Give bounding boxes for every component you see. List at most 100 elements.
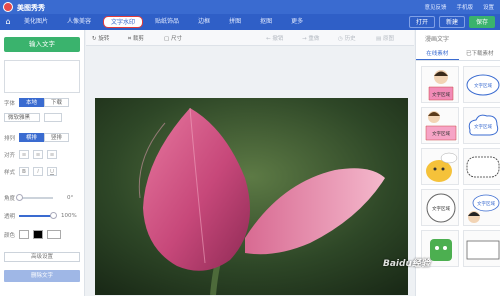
material-tabs: 在线素材 已下载素材 (416, 47, 500, 61)
color-picker-icon[interactable] (47, 230, 62, 239)
sticker-tile[interactable]: 文字区域 (463, 66, 500, 103)
rotate-button[interactable]: ↻ 旋转 (92, 34, 109, 42)
round-bubble-sticker-icon: 文字区域 (426, 193, 456, 223)
align-label: 对齐 (4, 152, 16, 159)
typeface-label: 字体 (4, 100, 16, 107)
top-links: 意见反馈 手机版 设置 (424, 3, 494, 11)
lotus-photo (95, 98, 408, 295)
sticker-tile[interactable]: 文字区域 (421, 189, 459, 226)
sticker-tile[interactable] (421, 148, 459, 185)
tab-more[interactable]: 更多 (284, 16, 310, 28)
tab-beautify[interactable]: 美化图片 (17, 16, 55, 28)
tab-text-watermark[interactable]: 文字水印 (103, 16, 144, 28)
opacity-slider[interactable] (19, 212, 57, 219)
baidu-watermark: Baidu经验 (383, 259, 430, 269)
redo-button[interactable]: → 重做 (302, 34, 319, 42)
bold-button[interactable]: B (19, 167, 30, 176)
sticker-text: 文字区域 (432, 205, 450, 212)
style-label: 样式 (4, 169, 16, 176)
typeface-download-option[interactable]: 下载 (44, 98, 70, 107)
tab-downloaded-materials[interactable]: 已下载素材 (459, 47, 500, 60)
speech-bubble-sticker-icon: 文字区域 (466, 74, 500, 96)
size-label: 尺寸 (170, 36, 182, 42)
new-button[interactable]: 新建 (438, 16, 465, 28)
tab-cutout[interactable]: 抠图 (253, 16, 279, 28)
angle-value: 0° (67, 195, 74, 201)
dotted-bubble-sticker-icon (466, 156, 500, 178)
opacity-label: 透明 (4, 214, 16, 220)
style-row: 样式 B I U (4, 167, 58, 176)
sticker-text: 文字区域 (477, 200, 495, 207)
save-button[interactable]: 保存 (468, 16, 495, 28)
cartoon-girl-sticker-icon: 文字区域 (425, 111, 457, 141)
font-row: 微软雅黑 (4, 113, 62, 122)
color-swatch-white[interactable] (19, 230, 30, 239)
align-right-icon[interactable]: ≡ (47, 150, 58, 159)
sticker-tile[interactable]: 文字区域 (463, 189, 500, 226)
align-center-icon[interactable]: ≡ (33, 150, 44, 159)
layout-vertical-option[interactable]: 竖排 (44, 133, 70, 142)
typeface-local-option[interactable]: 本地 (19, 98, 45, 107)
sticker-tile[interactable] (463, 148, 500, 185)
opacity-slider-fill (19, 215, 54, 217)
sticker-grid: 文字区域 文字区域 文字区域 文字区域 文字区域 文字区域 (421, 66, 500, 267)
sticker-text: 文字区域 (432, 91, 450, 98)
sticker-tile[interactable]: 文字区域 (463, 107, 500, 144)
main-tab-bar: ⌂ 美化图片 人像美容 文字水印 贴纸饰品 边框 拼图 抠图 更多 打开 新建 … (0, 14, 500, 30)
rectangle-bubble-sticker-icon (466, 240, 500, 260)
settings-link[interactable]: 设置 (483, 3, 494, 11)
layout-horizontal-option[interactable]: 横排 (19, 133, 45, 142)
typeface-row: 字体 本地 下载 (4, 98, 70, 107)
redo-label: 重做 (308, 36, 320, 42)
tab-stickers[interactable]: 贴纸饰品 (148, 16, 186, 28)
open-button[interactable]: 打开 (408, 16, 435, 28)
align-left-icon[interactable]: ≡ (19, 150, 30, 159)
sticker-tile[interactable] (463, 230, 500, 267)
opacity-slider-handle[interactable] (49, 212, 57, 219)
tab-collage[interactable]: 拼图 (222, 16, 248, 28)
mobile-link[interactable]: 手机版 (456, 3, 473, 11)
original-button[interactable]: ▤ 原图 (376, 34, 394, 42)
italic-button[interactable]: I (33, 167, 44, 176)
app-title: 美图秀秀 (17, 4, 45, 12)
edit-toolbar: ↻ 旋转 ⌗ 裁剪 ▢ 尺寸 ← 撤销 → 重做 ◷ 历史 ▤ 原图 (86, 30, 414, 46)
crop-button[interactable]: ⌗ 裁剪 (128, 34, 144, 43)
underline-button[interactable]: U (47, 167, 58, 176)
color-swatch-black[interactable] (33, 230, 44, 239)
tab-frames[interactable]: 边框 (191, 16, 217, 28)
sticker-text: 文字区域 (432, 130, 450, 137)
tab-online-materials[interactable]: 在线素材 (416, 47, 459, 60)
feedback-link[interactable]: 意见反馈 (424, 3, 446, 11)
font-size-select[interactable] (44, 113, 62, 122)
angle-slider-handle[interactable] (15, 194, 23, 201)
typeface-source-toggle: 本地 下载 (19, 98, 70, 107)
angle-row: 角度 0° (4, 194, 73, 202)
layout-toggle: 横排 竖排 (19, 133, 70, 142)
opacity-row: 透明 100% (4, 212, 77, 220)
tab-portrait[interactable]: 人像美容 (60, 16, 98, 28)
layout-row: 排列 横排 竖排 (4, 133, 70, 142)
cloud-bubble-sticker-icon: 文字区域 (468, 114, 499, 136)
text-input-area[interactable] (4, 60, 80, 93)
angle-slider[interactable] (15, 194, 54, 201)
color-row: 颜色 (4, 230, 62, 239)
text-settings-panel: 输入文字 字体 本地 下载 微软雅黑 排列 横排 竖排 对齐 ≡ ≡ ≡ 样式 … (0, 30, 85, 296)
delete-text-button[interactable]: 删除文字 (4, 270, 80, 282)
font-name-select[interactable]: 微软雅黑 (4, 113, 40, 122)
advanced-settings-button[interactable]: 高级设置 (4, 252, 80, 262)
add-text-button[interactable]: 输入文字 (4, 37, 80, 52)
material-panel-title: 漫画文字 (425, 36, 450, 43)
undo-button[interactable]: ← 撤销 (266, 34, 283, 42)
crop-label: 裁剪 (132, 36, 144, 42)
rotate-label: 旋转 (98, 36, 110, 42)
undo-label: 撤销 (272, 36, 284, 42)
cartoon-girl-sticker-icon: 文字区域 (428, 70, 454, 101)
sticker-tile[interactable]: 文字区域 (421, 66, 459, 103)
yellow-character-sticker-icon (426, 152, 458, 182)
sticker-tile[interactable]: 文字区域 (421, 107, 459, 144)
history-button[interactable]: ◷ 历史 (338, 34, 356, 42)
home-icon[interactable]: ⌂ (3, 17, 13, 27)
resize-button[interactable]: ▢ 尺寸 (164, 34, 182, 42)
boy-sticker-icon: 文字区域 (468, 194, 500, 223)
layout-label: 排列 (4, 135, 16, 142)
